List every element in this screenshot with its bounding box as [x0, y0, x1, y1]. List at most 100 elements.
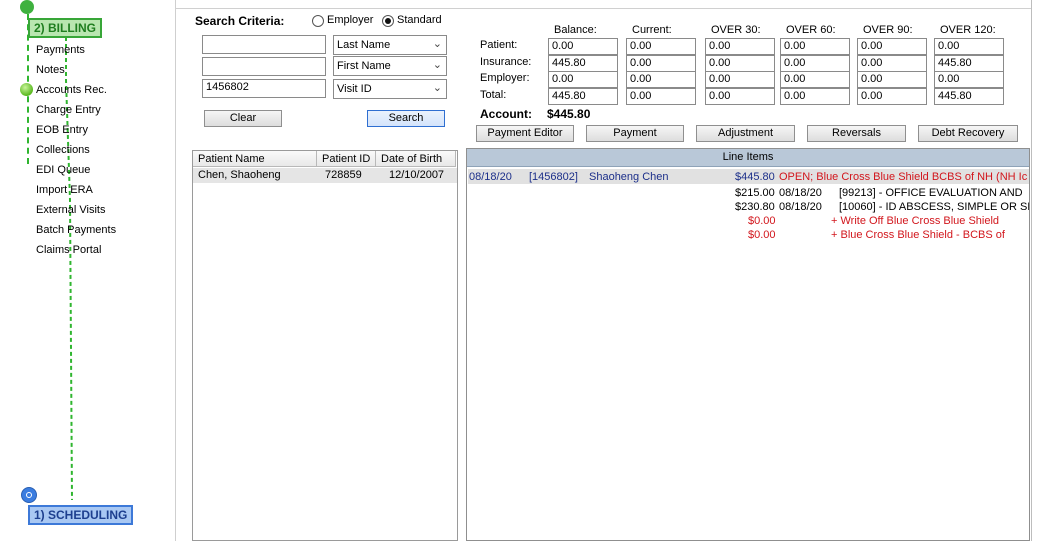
nav-item-batch-payments[interactable]: Batch Payments	[36, 223, 116, 237]
search-field-select-3[interactable]: Visit ID ⌄	[333, 79, 447, 99]
balance-column-header: Balance:	[554, 24, 597, 36]
charge-date: 08/18/20	[779, 201, 822, 213]
search-field-select-1[interactable]: Last Name ⌄	[333, 35, 447, 55]
account-label: Account:	[480, 107, 532, 121]
balance-field[interactable]: 0.00	[705, 55, 775, 72]
charge-date: 08/18/20	[779, 187, 822, 199]
nav-item-import-era[interactable]: Import ERA	[36, 183, 93, 197]
scheduling-stage-badge[interactable]: 1) SCHEDULING	[28, 505, 134, 525]
balance-row-label: Total:	[480, 89, 507, 101]
charge-desc[interactable]: [99213] - OFFICE EVALUATION AND	[839, 187, 1023, 200]
search-field-select-2[interactable]: First Name ⌄	[333, 56, 447, 76]
col-header-date-of-birth[interactable]: Date of Birth	[376, 151, 456, 167]
visit-status: OPEN; Blue Cross Blue Shield BCBS of NH …	[779, 171, 1028, 183]
balance-field[interactable]: 445.80	[548, 88, 618, 105]
balance-field[interactable]: 0.00	[780, 38, 850, 55]
balance-field[interactable]: 445.80	[548, 55, 618, 72]
balance-row-label: Patient:	[480, 39, 518, 51]
chevron-down-icon: ⌄	[432, 59, 442, 71]
patient-dob-cell: 12/10/2007	[389, 169, 445, 181]
balance-field[interactable]: 445.80	[934, 55, 1004, 72]
line-items-panel[interactable]: Line Items 08/18/20 [1456802] Shaoheng C…	[466, 148, 1030, 541]
billing-stage-badge[interactable]: 2) BILLING	[28, 18, 102, 38]
balance-field[interactable]: 0.00	[780, 88, 850, 105]
adjustment-button[interactable]: Adjustment	[696, 125, 795, 142]
balance-field[interactable]: 0.00	[626, 38, 696, 55]
search-input-2[interactable]	[202, 57, 326, 76]
balance-field[interactable]: 0.00	[780, 71, 850, 88]
balance-field[interactable]: 0.00	[934, 38, 1004, 55]
balance-field[interactable]: 0.00	[626, 55, 696, 72]
billing-sidebar: 2) BILLING Payments Notes Accounts Rec. …	[0, 0, 176, 541]
search-input-1[interactable]	[202, 35, 326, 54]
search-criteria-label: Search Criteria:	[195, 14, 285, 28]
nav-item-external-visits[interactable]: External Visits	[36, 203, 106, 217]
nav-item-charge-entry[interactable]: Charge Entry	[36, 103, 101, 117]
visit-amount: $445.80	[735, 171, 775, 183]
standard-radio[interactable]	[382, 15, 394, 27]
nav-item-edi-queue[interactable]: EDI Queue	[36, 163, 90, 177]
select-value: Visit ID	[337, 83, 372, 95]
payment-editor-button[interactable]: Payment Editor	[476, 125, 574, 142]
charge-amount: $215.00	[735, 187, 775, 199]
select-value: First Name	[337, 60, 391, 72]
table-row[interactable]: Chen, Shaoheng 728859 12/10/2007	[193, 168, 457, 183]
balance-field[interactable]: 0.00	[857, 55, 927, 72]
chevron-down-icon: ⌄	[432, 82, 442, 94]
balance-row-label: Employer:	[480, 72, 530, 84]
balance-field[interactable]: 0.00	[857, 71, 927, 88]
adjustment-amount: $0.00	[748, 229, 776, 241]
visit-id: [1456802]	[529, 171, 578, 183]
standard-radio-label: Standard	[397, 14, 442, 26]
reversals-button[interactable]: Reversals	[807, 125, 906, 142]
balance-field[interactable]: 0.00	[626, 71, 696, 88]
chevron-down-icon: ⌄	[432, 38, 442, 50]
visit-date: 08/18/20	[469, 171, 512, 183]
employer-radio[interactable]	[312, 15, 324, 27]
patient-list[interactable]: Patient Name Patient ID Date of Birth Ch…	[192, 150, 458, 541]
col-header-patient-name[interactable]: Patient Name	[193, 151, 317, 167]
balance-field[interactable]: 0.00	[934, 71, 1004, 88]
balance-field[interactable]: 0.00	[780, 55, 850, 72]
debt-recovery-button[interactable]: Debt Recovery	[918, 125, 1018, 142]
balance-field[interactable]: 0.00	[857, 38, 927, 55]
adjustment-desc[interactable]: + Write Off Blue Cross Blue Shield	[831, 215, 999, 228]
balance-field[interactable]: 0.00	[857, 88, 927, 105]
search-button[interactable]: Search	[367, 110, 445, 127]
search-input-3[interactable]: 1456802	[202, 79, 326, 98]
charge-desc[interactable]: [10060] - ID ABSCESS, SIMPLE OR SII	[839, 201, 1029, 214]
select-value: Last Name	[337, 39, 391, 51]
workflow-path	[65, 30, 73, 501]
balance-column-header: OVER 30:	[711, 24, 761, 36]
nav-item-notes[interactable]: Notes	[36, 63, 65, 77]
account-value: $445.80	[547, 107, 591, 121]
payment-button[interactable]: Payment	[586, 125, 684, 142]
nav-item-eob-entry[interactable]: EOB Entry	[36, 123, 88, 137]
col-header-patient-id[interactable]: Patient ID	[317, 151, 376, 167]
clear-button[interactable]: Clear	[204, 110, 282, 127]
balance-column-header: OVER 120:	[940, 24, 996, 36]
balance-field[interactable]: 445.80	[934, 88, 1004, 105]
balance-field[interactable]: 0.00	[548, 71, 618, 88]
balance-field[interactable]: 0.00	[705, 88, 775, 105]
nav-item-payments[interactable]: Payments	[36, 43, 85, 57]
top-divider	[175, 8, 1031, 9]
patient-name-cell: Chen, Shaoheng	[198, 169, 281, 181]
line-items-title: Line Items	[467, 149, 1029, 167]
balance-field[interactable]: 0.00	[626, 88, 696, 105]
adjustment-desc[interactable]: + Blue Cross Blue Shield - BCBS of	[831, 229, 1005, 242]
charge-amount: $230.80	[735, 201, 775, 213]
adjustment-amount: $0.00	[748, 215, 776, 227]
balance-field[interactable]: 0.00	[548, 38, 618, 55]
nav-item-claims-portal[interactable]: Claims Portal	[36, 243, 101, 257]
balance-row-label: Insurance:	[480, 56, 532, 68]
location-pin-icon[interactable]	[21, 487, 37, 503]
balance-column-header: OVER 60:	[786, 24, 836, 36]
balance-column-header: Current:	[632, 24, 672, 36]
employer-radio-label: Employer	[327, 14, 374, 26]
nav-item-collections[interactable]: Collections	[36, 143, 90, 157]
balance-field[interactable]: 0.00	[705, 38, 775, 55]
balance-field[interactable]: 0.00	[705, 71, 775, 88]
window-border	[1031, 0, 1032, 541]
nav-item-accounts-rec[interactable]: Accounts Rec.	[36, 83, 107, 97]
